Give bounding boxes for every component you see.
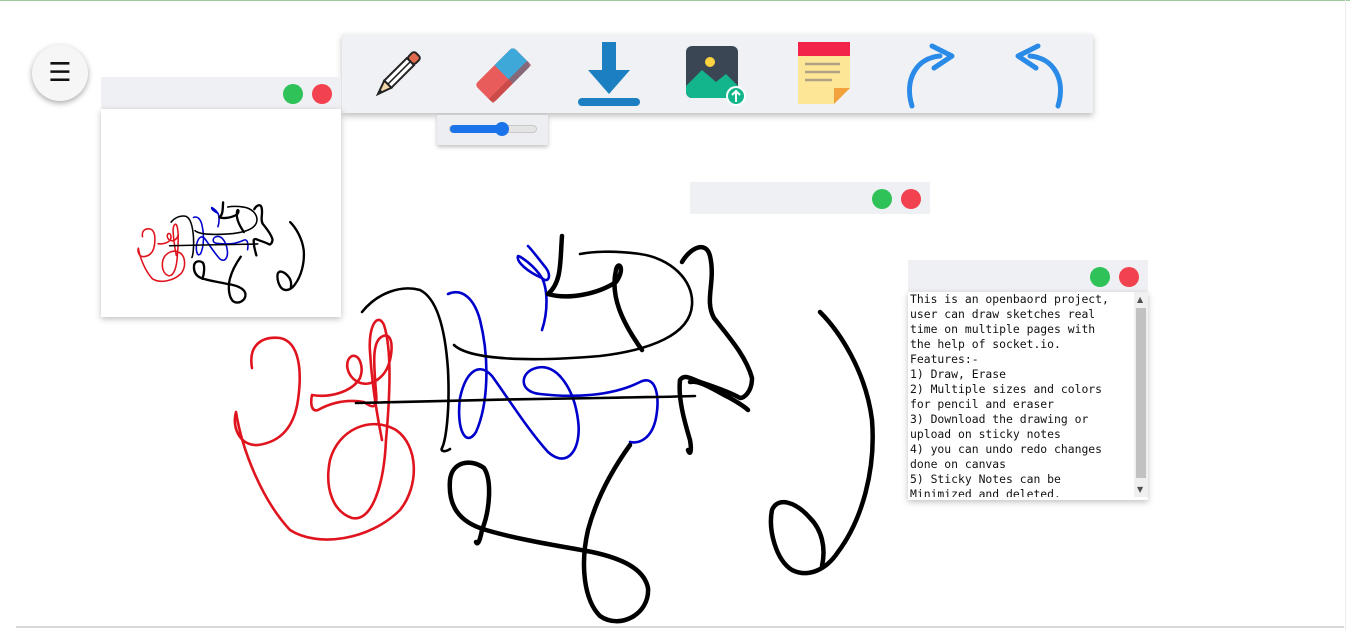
note-textarea[interactable]: This is an openbaord project, user can d… xyxy=(910,292,1134,497)
undo-icon xyxy=(1015,43,1063,109)
note-scrollbar[interactable]: ▲ ▼ xyxy=(1134,292,1148,497)
toolbar xyxy=(342,34,1093,113)
sticky-note-text: This is an openbaord project, user can d… xyxy=(908,260,1148,500)
image-upload-tool-button[interactable] xyxy=(680,40,750,110)
download-icon xyxy=(578,42,640,106)
stroke-blue-2 xyxy=(516,244,551,332)
note-header[interactable] xyxy=(690,182,930,214)
sticky-note-icon xyxy=(798,42,850,104)
close-button[interactable] xyxy=(312,84,332,104)
hamburger-icon: ☰ xyxy=(48,58,72,88)
eraser-tool-button[interactable] xyxy=(468,40,538,110)
image-upload-icon xyxy=(686,46,746,106)
stroke-black-2 xyxy=(354,394,697,405)
sticky-note-minimized xyxy=(690,182,930,214)
bottom-border xyxy=(16,626,1344,628)
stroke-black-5 xyxy=(677,244,755,455)
sticky-note-tool-button[interactable] xyxy=(788,40,858,110)
stroke-black-7 xyxy=(768,309,875,576)
sticky-note-image xyxy=(101,77,341,317)
size-slider[interactable] xyxy=(449,122,537,136)
pencil-tool-button[interactable] xyxy=(362,40,432,110)
stroke-red-1 xyxy=(233,318,416,541)
close-button[interactable] xyxy=(1119,267,1139,287)
download-tool-button[interactable] xyxy=(574,40,644,110)
scroll-thumb[interactable] xyxy=(1136,308,1146,478)
minimize-button[interactable] xyxy=(872,189,892,209)
undo-tool-button[interactable] xyxy=(1002,40,1072,110)
redo-tool-button[interactable] xyxy=(896,40,966,110)
uploaded-drawing-thumbnail xyxy=(137,201,306,304)
eraser-icon xyxy=(476,48,532,104)
close-button[interactable] xyxy=(901,189,921,209)
minimize-button[interactable] xyxy=(1090,267,1110,287)
menu-button[interactable]: ☰ xyxy=(32,45,88,101)
note-header[interactable] xyxy=(101,77,341,109)
scroll-down-icon[interactable]: ▼ xyxy=(1137,486,1143,494)
stroke-blue-1 xyxy=(446,291,659,460)
stroke-red-2 xyxy=(309,334,393,412)
pencil-icon xyxy=(375,51,421,97)
note-text-body: This is an openbaord project, user can d… xyxy=(908,292,1148,500)
stroke-black-3 xyxy=(452,250,694,361)
scroll-up-icon[interactable]: ▲ xyxy=(1137,296,1143,304)
stroke-black-6 xyxy=(447,442,651,624)
note-image-body xyxy=(101,109,341,317)
slider-fill xyxy=(450,125,502,133)
minimize-button[interactable] xyxy=(283,84,303,104)
pencil-size-slider-panel xyxy=(437,115,548,145)
redo-icon xyxy=(907,43,955,109)
slider-thumb[interactable] xyxy=(494,122,509,136)
note-header[interactable] xyxy=(908,260,1148,292)
